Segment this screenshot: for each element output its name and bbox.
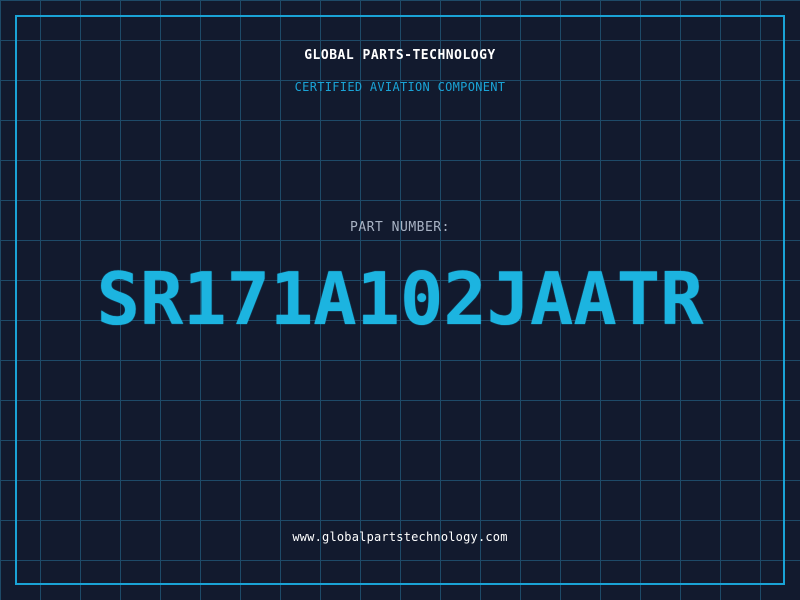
certification-subtitle: CERTIFIED AVIATION COMPONENT [294,80,506,94]
part-card: GLOBAL PARTS-TECHNOLOGY CERTIFIED AVIATI… [0,0,800,600]
part-number-label: PART NUMBER: [350,220,450,235]
part-number-value: SR171A102JAATR [96,257,704,341]
website-url: www.globalpartstechnology.com [292,530,508,544]
company-name: GLOBAL PARTS-TECHNOLOGY [304,48,496,63]
